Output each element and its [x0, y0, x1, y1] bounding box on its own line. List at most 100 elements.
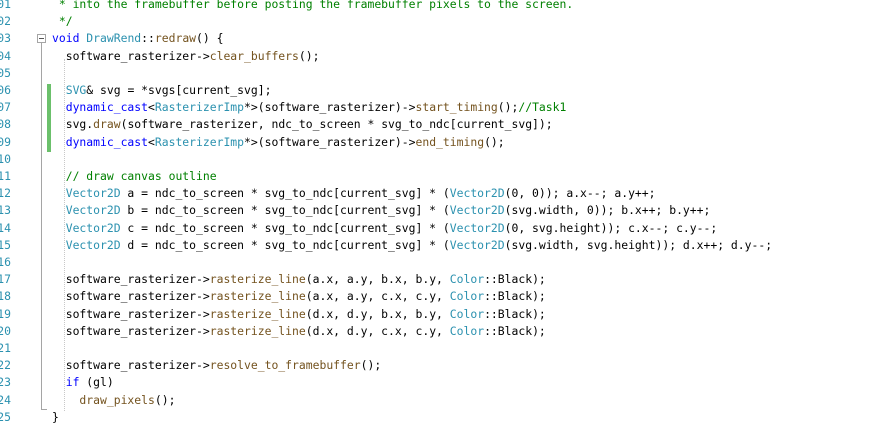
code-token: ::Black);	[484, 272, 546, 287]
code-line[interactable]: 04 software_rasterizer->clear_buffers();	[0, 48, 878, 65]
code-token: draw	[93, 117, 121, 132]
code-token: * into the framebuffer before posting th…	[52, 0, 574, 11]
code-line[interactable]: 22 software_rasterizer->resolve_to_frame…	[0, 357, 878, 374]
line-number: 21	[0, 341, 11, 355]
code-editor[interactable]: 01 * into the framebuffer before posting…	[0, 0, 878, 425]
line-number: 12	[0, 186, 11, 201]
code-token: & svg = *svgs[current_svg];	[86, 83, 272, 97]
code-line[interactable]: 15 Vector2D d = ndc_to_screen * svg_to_n…	[0, 237, 878, 254]
code-line[interactable]: 05	[0, 65, 878, 82]
code-token: //Task1	[518, 100, 567, 115]
code-token: (a.x, a.y, b.x, b.y,	[305, 272, 450, 287]
code-token: void	[52, 31, 80, 46]
code-line[interactable]: 02 */	[0, 13, 878, 30]
code-line[interactable]: 13 Vector2D b = ndc_to_screen * svg_to_n…	[0, 202, 878, 219]
code-text: software_rasterizer->resolve_to_framebuf…	[52, 357, 381, 374]
code-line[interactable]: 06 SVG& svg = *svgs[current_svg];	[0, 82, 878, 99]
code-text: */	[52, 13, 73, 30]
code-token: ();	[298, 48, 320, 63]
code-token: clear_buffers	[209, 48, 299, 63]
code-token: *>(software_rasterizer)->	[244, 134, 416, 149]
code-text: if (gl)	[52, 374, 114, 391]
code-token: SVG	[52, 83, 87, 97]
code-token: Vector2D	[449, 186, 505, 201]
collapse-toggle-icon[interactable]	[37, 34, 46, 44]
code-line[interactable]: 23 if (gl)	[0, 374, 878, 391]
code-token: svg.	[52, 117, 94, 132]
code-token: Vector2D	[449, 203, 505, 218]
code-token: if	[52, 375, 80, 390]
code-line[interactable]: 01 * into the framebuffer before posting…	[0, 0, 878, 13]
code-text: Vector2D c = ndc_to_screen * svg_to_ndc[…	[52, 220, 718, 237]
code-text: software_rasterizer->rasterize_line(d.x,…	[52, 306, 546, 323]
code-token: Color	[449, 289, 485, 304]
code-token: software_rasterizer->	[52, 358, 210, 373]
code-token: software_rasterizer->	[52, 306, 210, 321]
code-text: dynamic_cast<RasterizerImp*>(software_ra…	[52, 134, 505, 151]
line-number: 08	[0, 117, 11, 132]
code-line[interactable]: 20 software_rasterizer->rasterize_line(d…	[0, 323, 878, 340]
code-token: }	[52, 409, 59, 424]
code-line[interactable]: 09 dynamic_cast<RasterizerImp*>(software…	[0, 134, 878, 151]
code-token: (svg.width, 0)); b.x++; b.y++;	[504, 203, 711, 218]
code-line[interactable]: 11 // draw canvas outline	[0, 168, 878, 185]
code-text: Vector2D d = ndc_to_screen * svg_to_ndc[…	[52, 237, 772, 254]
line-number: 23	[0, 375, 11, 390]
code-line[interactable]: 10	[0, 151, 878, 168]
code-token: ();	[360, 358, 382, 373]
code-token: ();	[497, 100, 519, 115]
code-token: RasterizerImp	[154, 100, 245, 115]
code-token: b = ndc_to_screen * svg_to_ndc[current_s…	[120, 203, 450, 218]
line-number: 05	[0, 65, 11, 80]
code-token: Vector2D	[52, 186, 121, 201]
code-line[interactable]: 07 dynamic_cast<RasterizerImp*>(software…	[0, 99, 878, 116]
line-number: 03	[0, 31, 11, 46]
code-line[interactable]: 12 Vector2D a = ndc_to_screen * svg_to_n…	[0, 185, 878, 202]
code-line[interactable]: 21	[0, 340, 878, 357]
line-number: 11	[0, 169, 11, 183]
code-token: redraw	[154, 31, 197, 46]
line-number: 20	[0, 323, 11, 338]
code-token: end_timing	[415, 134, 485, 149]
code-text: software_rasterizer->clear_buffers();	[52, 48, 320, 65]
code-token: a = ndc_to_screen * svg_to_ndc[current_s…	[120, 186, 450, 201]
code-line[interactable]: 03 void DrawRend::redraw() {	[0, 30, 878, 47]
code-text: void DrawRend::redraw() {	[52, 30, 223, 47]
code-token: ::Black);	[484, 306, 546, 321]
code-line[interactable]: 18 software_rasterizer->rasterize_line(a…	[0, 288, 878, 305]
code-token: ();	[484, 134, 505, 149]
code-text: * into the framebuffer before posting th…	[52, 0, 573, 13]
code-token: RasterizerImp	[154, 134, 245, 149]
code-token: rasterize_line	[209, 272, 306, 287]
line-number: 19	[0, 306, 11, 321]
code-line[interactable]: 17 software_rasterizer->rasterize_line(a…	[0, 271, 878, 288]
line-number: 25	[0, 409, 11, 424]
code-token: (d.x, d.y, b.x, b.y,	[305, 306, 450, 321]
code-line[interactable]: 14 Vector2D c = ndc_to_screen * svg_to_n…	[0, 220, 878, 237]
code-line[interactable]: 25}	[0, 409, 878, 426]
line-number: 24	[0, 392, 11, 407]
code-token: software_rasterizer->	[52, 289, 210, 304]
code-token: dynamic_cast	[52, 100, 149, 115]
code-token: resolve_to_framebuffer	[209, 358, 361, 373]
code-token: (0, 0)); a.x--; a.y++;	[504, 186, 656, 201]
code-token: ::	[141, 31, 155, 46]
line-number: 07	[0, 100, 11, 115]
code-line[interactable]: 19 software_rasterizer->rasterize_line(d…	[0, 306, 878, 323]
code-token: (svg.width, svg.height)); d.x++; d.y--;	[504, 237, 773, 252]
code-line[interactable]: 16	[0, 254, 878, 271]
line-number: 14	[0, 220, 11, 235]
code-text: // draw canvas outline	[52, 168, 217, 185]
line-number: 15	[0, 237, 11, 252]
code-text: draw_pixels();	[52, 392, 175, 409]
code-token: *>(software_rasterizer)->	[244, 100, 416, 115]
line-number: 22	[0, 358, 11, 373]
code-line[interactable]: 08 svg.draw(software_rasterizer, ndc_to_…	[0, 116, 878, 133]
code-line[interactable]: 24 draw_pixels();	[0, 392, 878, 409]
code-token: rasterize_line	[209, 323, 306, 338]
code-text: Vector2D a = ndc_to_screen * svg_to_ndc[…	[52, 185, 656, 202]
line-number: 16	[0, 255, 11, 269]
code-token: Vector2D	[52, 203, 121, 218]
code-token: */	[52, 14, 73, 29]
code-text: SVG& svg = *svgs[current_svg];	[52, 82, 272, 99]
